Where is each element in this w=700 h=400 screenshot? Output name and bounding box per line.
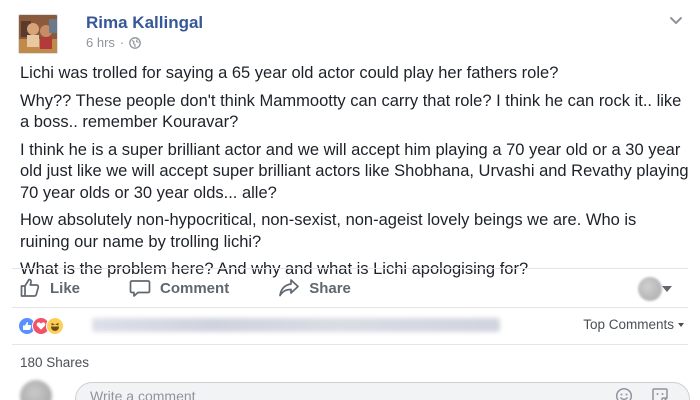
post-meta: 6 hrs ·: [86, 35, 142, 50]
share-label: Share: [309, 279, 351, 297]
post-paragraph: Lichi was trolled for saying a 65 year o…: [20, 64, 559, 82]
comment-icon: [129, 280, 151, 297]
top-comments-sort[interactable]: Top Comments: [583, 317, 684, 332]
action-bar: Like Comment Share: [12, 272, 692, 304]
author-avatar[interactable]: [18, 14, 58, 54]
current-user-avatar: [20, 380, 52, 400]
posting-as-avatar[interactable]: [638, 277, 662, 301]
meta-separator: ·: [119, 35, 125, 50]
haha-reaction-icon: [46, 317, 64, 335]
globe-icon[interactable]: [129, 36, 142, 49]
share-icon: [279, 279, 300, 297]
post-options-chevron-icon[interactable]: [666, 10, 686, 30]
post-paragraph: I think he is a super brilliant actor an…: [20, 140, 689, 202]
posting-as-chevron-icon[interactable]: [662, 286, 672, 292]
post-time[interactable]: 6 hrs: [86, 35, 115, 50]
caret-down-icon: [678, 323, 684, 327]
reactors-names-blurred: [92, 318, 500, 332]
post-body: Lichi was trolled for saying a 65 year o…: [20, 63, 690, 287]
divider: [12, 344, 688, 345]
sticker-icon[interactable]: [651, 387, 669, 400]
post-paragraph: How absolutely non-hypocritical, non-sex…: [20, 211, 637, 251]
author-name[interactable]: Rima Kallingal: [86, 13, 203, 33]
comment-placeholder: Write a comment: [90, 388, 196, 400]
comment-label: Comment: [160, 279, 230, 297]
emoji-icon[interactable]: [615, 387, 633, 400]
comment-button[interactable]: Comment: [128, 276, 229, 300]
shares-count[interactable]: 180 Shares: [20, 355, 89, 370]
post-paragraph: Why?? These people don't think Mammootty…: [20, 91, 682, 132]
facebook-post: Rima Kallingal 6 hrs · Lichi was trolled…: [0, 0, 700, 400]
share-button[interactable]: Share: [277, 276, 351, 300]
reaction-icons[interactable]: [18, 317, 64, 335]
divider: [12, 268, 688, 269]
like-button[interactable]: Like: [18, 276, 80, 300]
comment-input[interactable]: Write a comment: [75, 382, 690, 400]
like-label: Like: [50, 279, 81, 297]
divider: [12, 307, 688, 308]
thumbs-up-icon: [20, 278, 40, 297]
top-comments-label: Top Comments: [583, 317, 674, 332]
